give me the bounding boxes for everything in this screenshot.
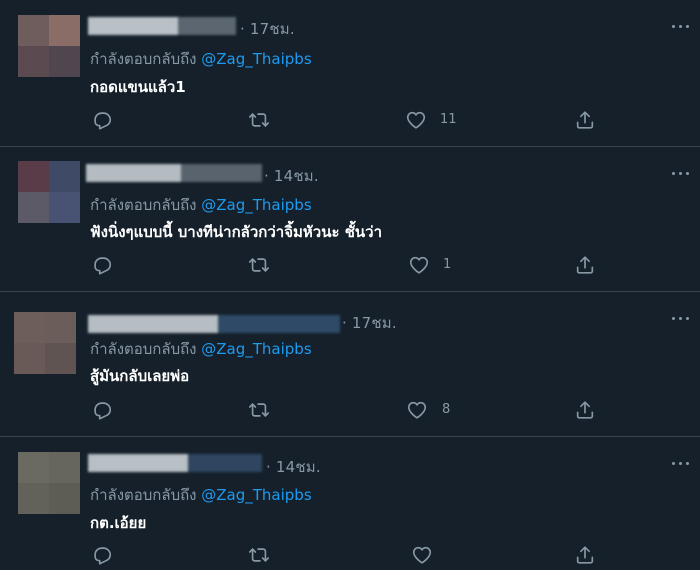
display-name-blurred[interactable] xyxy=(88,315,340,333)
reply-handle-link[interactable]: @Zag_Thaipbs xyxy=(201,50,311,68)
retweet-button[interactable] xyxy=(248,544,270,566)
timestamp[interactable]: · 14ชม. xyxy=(266,455,321,479)
like-count[interactable]: 11 xyxy=(440,112,457,127)
reply-button[interactable] xyxy=(91,109,113,131)
reply-button[interactable] xyxy=(91,399,113,421)
more-icon[interactable] xyxy=(670,169,692,179)
like-button[interactable] xyxy=(411,544,433,566)
share-button[interactable] xyxy=(574,544,596,566)
timestamp[interactable]: · 14ชม. xyxy=(264,164,319,188)
avatar[interactable] xyxy=(18,452,80,514)
tweet[interactable]: · 14ชม. กำลังตอบกลับถึง @Zag_Thaipbs ฟัง… xyxy=(0,147,700,292)
replying-to: กำลังตอบกลับถึง @Zag_Thaipbs xyxy=(90,47,312,71)
share-icon xyxy=(576,111,594,129)
replying-to-label: กำลังตอบกลับถึง xyxy=(90,486,202,504)
like-button[interactable] xyxy=(405,109,427,131)
reply-handle-link[interactable]: @Zag_Thaipbs xyxy=(201,340,311,358)
display-name-blurred[interactable] xyxy=(88,17,236,35)
more-icon[interactable] xyxy=(670,314,692,324)
tweet-text: กอดแขนแล้ว1 xyxy=(90,78,186,96)
tweet-text: ฟังนิ่งๆแบบนี้ บางทีน่ากลัวกว่าจิ้มหัวนะ… xyxy=(90,223,383,241)
share-button[interactable] xyxy=(574,109,596,131)
retweet-icon xyxy=(249,258,269,272)
share-icon xyxy=(576,256,594,274)
avatar[interactable] xyxy=(14,312,76,374)
like-button[interactable] xyxy=(408,254,430,276)
replying-to-label: กำลังตอบกลับถึง xyxy=(90,340,202,358)
tweet[interactable]: · 17ชม. กำลังตอบกลับถึง @Zag_Thaipbs สู้… xyxy=(0,292,700,437)
like-count[interactable]: 1 xyxy=(443,257,451,272)
share-button[interactable] xyxy=(574,254,596,276)
share-icon xyxy=(576,546,594,564)
reply-icon xyxy=(94,547,112,565)
replying-to-label: กำลังตอบกลับถึง xyxy=(90,196,202,214)
display-name-blurred[interactable] xyxy=(88,454,262,472)
reply-button[interactable] xyxy=(91,254,113,276)
like-count[interactable]: 8 xyxy=(442,402,450,417)
replying-to: กำลังตอบกลับถึง @Zag_Thaipbs xyxy=(90,483,312,507)
replying-to: กำลังตอบกลับถึง @Zag_Thaipbs xyxy=(90,337,312,361)
reply-handle-link[interactable]: @Zag_Thaipbs xyxy=(201,196,311,214)
avatar[interactable] xyxy=(18,15,80,77)
timestamp[interactable]: · 17ชม. xyxy=(342,311,397,335)
retweet-button[interactable] xyxy=(248,399,270,421)
replying-to-label: กำลังตอบกลับถึง xyxy=(90,50,202,68)
reply-handle-link[interactable]: @Zag_Thaipbs xyxy=(201,486,311,504)
like-icon xyxy=(412,546,432,564)
display-name-blurred[interactable] xyxy=(86,164,262,182)
share-button[interactable] xyxy=(574,399,596,421)
more-icon[interactable] xyxy=(670,22,692,32)
tweet[interactable]: · 17ชม. กำลังตอบกลับถึง @Zag_Thaipbs กอด… xyxy=(0,0,700,147)
like-icon xyxy=(406,111,426,129)
like-button[interactable] xyxy=(406,399,428,421)
timestamp[interactable]: · 17ชม. xyxy=(240,17,295,41)
retweet-button[interactable] xyxy=(248,254,270,276)
replying-to: กำลังตอบกลับถึง @Zag_Thaipbs xyxy=(90,193,312,217)
tweet-text: กต.เอ้ยย xyxy=(90,514,147,532)
reply-feed: · 17ชม. กำลังตอบกลับถึง @Zag_Thaipbs กอด… xyxy=(0,0,700,570)
retweet-icon xyxy=(249,548,269,562)
reply-icon xyxy=(94,112,112,130)
reply-icon xyxy=(94,402,112,420)
retweet-button[interactable] xyxy=(248,109,270,131)
more-icon[interactable] xyxy=(670,459,692,469)
avatar[interactable] xyxy=(18,161,80,223)
reply-icon xyxy=(94,257,112,275)
like-icon xyxy=(409,256,429,274)
like-icon xyxy=(407,401,427,419)
retweet-icon xyxy=(249,113,269,127)
tweet[interactable]: · 14ชม. กำลังตอบกลับถึง @Zag_Thaipbs กต.… xyxy=(0,437,700,570)
reply-button[interactable] xyxy=(91,544,113,566)
retweet-icon xyxy=(249,403,269,417)
share-icon xyxy=(576,401,594,419)
tweet-text: สู้มันกลับเลยพ่อ xyxy=(90,367,190,385)
